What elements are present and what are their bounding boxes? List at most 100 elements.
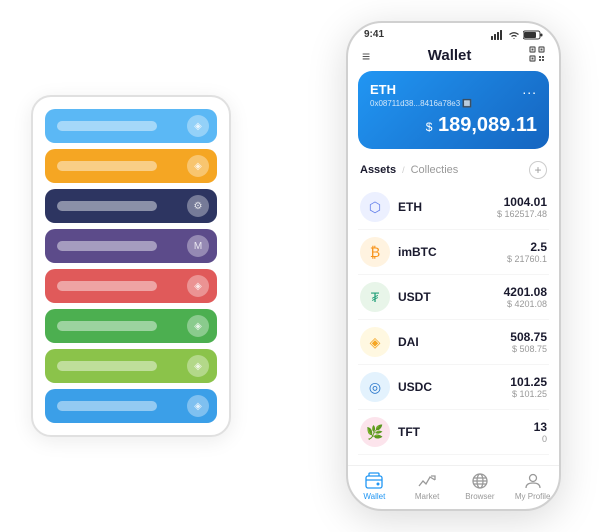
card-icon-5: ◈ [187,315,209,337]
card-label-0 [57,121,157,131]
card-label-4 [57,281,157,291]
card-item-6[interactable]: ◈ [45,349,217,383]
card-label-1 [57,161,157,171]
card-item-2[interactable]: ⚙ [45,189,217,223]
asset-icon-usdt: ₮ [360,282,390,312]
asset-name-usdt: USDT [398,290,504,304]
card-label-2 [57,201,157,211]
page-title: Wallet [428,47,472,64]
card-icon-7: ◈ [187,395,209,417]
asset-icon-usdc: ◎ [360,372,390,402]
asset-amounts-usdt: 4201.08$ 4201.08 [504,285,547,309]
asset-amount-value-dai: 508.75 [510,330,547,344]
tab-separator: / [402,165,405,175]
nav-market-label: Market [415,492,439,501]
battery-icon [523,30,543,40]
phone-header: ≡ Wallet [348,42,559,71]
card-icon-0: ◈ [187,115,209,137]
asset-amount-value-imbtc: 2.5 [507,240,547,254]
eth-card-options[interactable]: ... [522,81,537,97]
eth-card[interactable]: ETH ... 0x08711d38...8416a78e3 🔲 $ 189,0… [358,71,549,149]
signal-icon [491,30,505,40]
asset-list: ⬡ ETH1004.01$ 162517.48 ₿imBTC2.5$ 21760.1… [348,185,559,465]
balance-amount: 189,089.11 [438,114,537,136]
card-label-5 [57,321,157,331]
nav-wallet-label: Wallet [363,492,385,501]
asset-item-tft[interactable]: 🌿 TFT130 [358,410,549,455]
eth-card-header: ETH ... [370,81,537,97]
asset-name-dai: DAI [398,335,510,349]
nav-browser-label: Browser [465,492,494,501]
asset-name-usdc: USDC [398,380,510,394]
asset-item-usdc[interactable]: ◎ USDC101.25$ 101.25 [358,365,549,410]
asset-usd-dai: $ 508.75 [510,344,547,354]
menu-icon[interactable]: ≡ [362,48,370,64]
card-item-1[interactable]: ◈ [45,149,217,183]
asset-usd-eth: $ 162517.48 [497,209,547,219]
asset-amounts-dai: 508.75$ 508.75 [510,330,547,354]
currency-symbol: $ [426,120,433,134]
asset-amounts-usdc: 101.25$ 101.25 [510,375,547,399]
phone-mockup: 9:41 [346,21,561,511]
add-asset-button[interactable]: + [529,161,547,179]
asset-amount-value-usdt: 4201.08 [504,285,547,299]
assets-header: Assets / Collecties + [348,157,559,185]
asset-amounts-eth: 1004.01$ 162517.48 [497,195,547,219]
asset-amounts-tft: 130 [534,420,547,444]
eth-card-name: ETH [370,82,396,97]
card-icon-2: ⚙ [187,195,209,217]
asset-icon-tft: 🌿 [360,417,390,447]
status-bar: 9:41 [348,23,559,42]
scene: ◈ ◈ ⚙ M ◈ ◈ ◈ ◈ 9:41 [11,11,591,521]
card-stack: ◈ ◈ ⚙ M ◈ ◈ ◈ ◈ [31,95,231,437]
wallet-nav-icon [365,472,383,490]
asset-item-usdt[interactable]: ₮ USDT4201.08$ 4201.08 [358,275,549,320]
asset-name-tft: TFT [398,425,534,439]
card-label-6 [57,361,157,371]
qr-svg [529,46,545,62]
card-label-7 [57,401,157,411]
card-icon-4: ◈ [187,275,209,297]
asset-amount-value-usdc: 101.25 [510,375,547,389]
nav-profile-label: My Profile [515,492,551,501]
asset-item-eth[interactable]: ⬡ ETH1004.01$ 162517.48 [358,185,549,230]
market-nav-icon [418,472,436,490]
asset-item-dai[interactable]: ◈ DAI508.75$ 508.75 [358,320,549,365]
nav-market[interactable]: Market [401,472,454,501]
bottom-nav: Wallet Market Browser [348,465,559,509]
status-icons [491,30,543,40]
eth-card-address: 0x08711d38...8416a78e3 🔲 [370,99,537,108]
asset-usd-usdt: $ 4201.08 [504,299,547,309]
asset-amounts-imbtc: 2.5$ 21760.1 [507,240,547,264]
card-item-7[interactable]: ◈ [45,389,217,423]
card-item-3[interactable]: M [45,229,217,263]
asset-name-imbtc: imBTC [398,245,507,259]
profile-nav-icon [524,472,542,490]
tab-assets[interactable]: Assets [360,164,396,176]
asset-icon-eth: ⬡ [360,192,390,222]
card-icon-1: ◈ [187,155,209,177]
card-item-4[interactable]: ◈ [45,269,217,303]
asset-amount-value-tft: 13 [534,420,547,434]
asset-amount-value-eth: 1004.01 [497,195,547,209]
asset-usd-usdc: $ 101.25 [510,389,547,399]
assets-tabs: Assets / Collecties [360,164,458,176]
wifi-icon [508,30,520,40]
eth-card-balance: $ 189,089.11 [370,114,537,137]
tab-collectibles[interactable]: Collecties [411,164,459,176]
card-icon-6: ◈ [187,355,209,377]
qr-icon[interactable] [529,46,545,65]
card-icon-3: M [187,235,209,257]
asset-name-eth: ETH [398,200,497,214]
nav-profile[interactable]: My Profile [506,472,559,501]
card-item-5[interactable]: ◈ [45,309,217,343]
time-label: 9:41 [364,29,384,40]
asset-item-imbtc[interactable]: ₿imBTC2.5$ 21760.1 [358,230,549,275]
nav-browser[interactable]: Browser [454,472,507,501]
card-label-3 [57,241,157,251]
asset-icon-dai: ◈ [360,327,390,357]
card-item-0[interactable]: ◈ [45,109,217,143]
asset-usd-tft: 0 [534,434,547,444]
asset-usd-imbtc: $ 21760.1 [507,254,547,264]
nav-wallet[interactable]: Wallet [348,472,401,501]
